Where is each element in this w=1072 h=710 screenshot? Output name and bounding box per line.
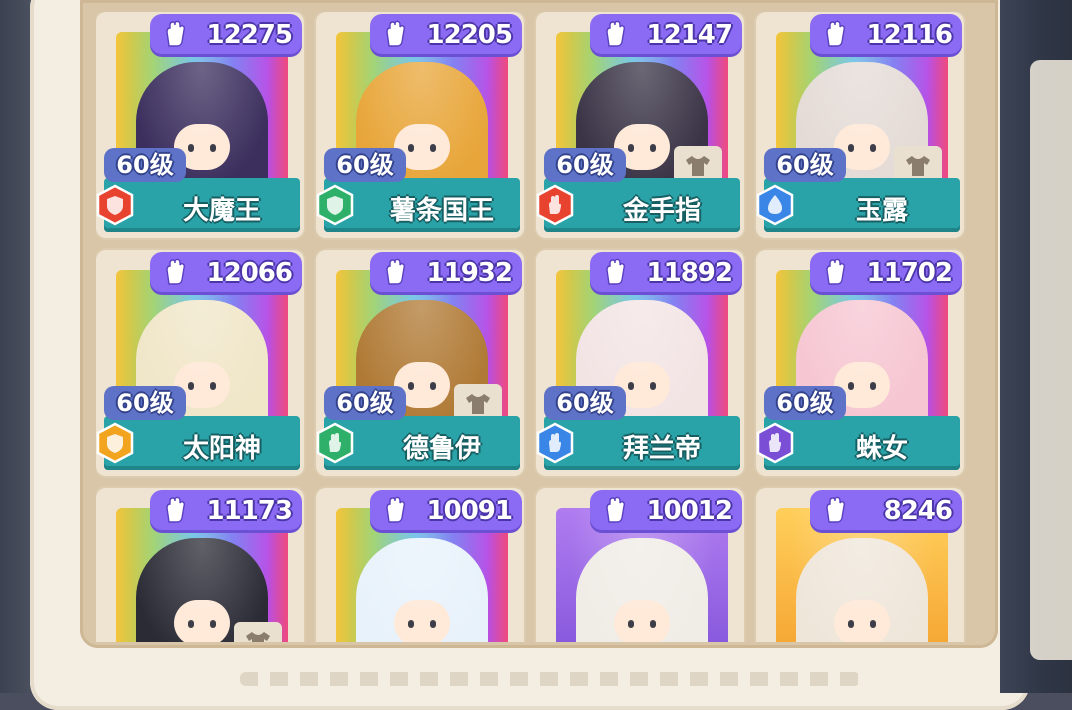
power-hand-icon [826,258,846,285]
character-card[interactable]: 12275 大魔王 60级 [96,12,304,238]
level-tag: 60级 [104,386,186,420]
power-score-value: 10091 [426,496,513,526]
class-shield-icon [96,422,136,464]
power-score-value: 11173 [206,496,293,526]
power-score-value: 12147 [646,20,733,50]
power-score-pill: 10012 [590,490,742,530]
level-tag: 60级 [324,148,406,182]
class-hand-icon [754,422,796,464]
character-name-bar: 大魔王 [96,178,300,232]
character-name: 大魔王 [182,196,261,226]
character-card[interactable]: 11702 蛛女 60级 [756,250,964,476]
power-score-value: 12066 [206,258,293,288]
power-hand-icon [826,496,846,523]
outfit-icon[interactable] [234,622,282,642]
power-score-pill: 11702 [810,252,962,292]
character-name-bar: 薯条国王 [316,178,520,232]
character-card[interactable]: 11932 德鲁伊 60级 [316,250,524,476]
next-page-edge[interactable] [1030,60,1072,660]
level-tag: 60级 [544,386,626,420]
power-score-pill: 12275 [150,14,302,54]
character-card[interactable]: 10012 [536,488,744,642]
class-drop-icon [754,184,796,226]
power-score-value: 12275 [206,20,293,50]
level-tag: 60级 [544,148,626,182]
level-tag: 60级 [764,386,846,420]
character-name: 德鲁伊 [402,434,481,464]
power-hand-icon [166,20,186,47]
character-card[interactable]: 12205 薯条国王 60级 [316,12,524,238]
power-score-value: 8246 [883,496,953,526]
character-name-bar: 拜兰帝 [536,416,740,470]
character-name-bar: 玉露 [756,178,960,232]
power-score-pill: 8246 [810,490,962,530]
power-score-pill: 11892 [590,252,742,292]
character-name: 薯条国王 [389,196,494,226]
power-score-value: 12116 [866,20,953,50]
class-hand-icon [534,184,576,226]
power-hand-icon [606,496,626,523]
class-hand-icon [534,422,576,464]
character-name-bar: 金手指 [536,178,740,232]
character-grid: 12275 大魔王 60级 12205 薯条国王 60级 12147 金手指 60级 12116 玉… [96,12,986,642]
bottom-decoration [240,672,860,686]
power-hand-icon [386,20,406,47]
character-card[interactable]: 12147 金手指 60级 [536,12,744,238]
character-card[interactable]: 12116 玉露 60级 [756,12,964,238]
power-score-value: 10012 [646,496,733,526]
class-shield-icon [314,184,356,226]
character-avatar [576,538,708,642]
power-score-pill: 10091 [370,490,522,530]
character-card[interactable]: 11173 [96,488,304,642]
power-hand-icon [386,258,406,285]
power-score-value: 11932 [426,258,513,288]
character-name: 玉露 [855,196,908,226]
power-score-value: 11702 [866,258,953,288]
power-score-value: 12205 [426,20,513,50]
level-tag: 60级 [764,148,846,182]
level-tag: 60级 [104,148,186,182]
character-card[interactable]: 8246 [756,488,964,642]
character-name: 蛛女 [855,434,908,464]
character-card[interactable]: 11892 拜兰帝 60级 [536,250,744,476]
character-avatar [356,538,488,642]
character-card[interactable]: 12066 太阳神 60级 [96,250,304,476]
power-score-pill: 11173 [150,490,302,530]
character-name-bar: 蛛女 [756,416,960,470]
power-score-pill: 12116 [810,14,962,54]
power-score-pill: 12147 [590,14,742,54]
character-avatar [796,538,928,642]
level-tag: 60级 [324,386,406,420]
power-score-pill: 11932 [370,252,522,292]
power-hand-icon [606,258,626,285]
power-score-pill: 12066 [150,252,302,292]
class-hand-icon [314,422,356,464]
character-name-bar: 德鲁伊 [316,416,520,470]
character-name: 太阳神 [182,434,261,464]
power-score-pill: 12205 [370,14,522,54]
character-name: 拜兰帝 [622,434,701,464]
character-name: 金手指 [622,196,701,226]
power-hand-icon [166,258,186,285]
power-hand-icon [386,496,406,523]
power-hand-icon [166,496,186,523]
character-card[interactable]: 10091 [316,488,524,642]
class-shield-icon [96,184,136,226]
power-score-value: 11892 [646,258,733,288]
power-hand-icon [606,20,626,47]
character-name-bar: 太阳神 [96,416,300,470]
power-hand-icon [826,20,846,47]
